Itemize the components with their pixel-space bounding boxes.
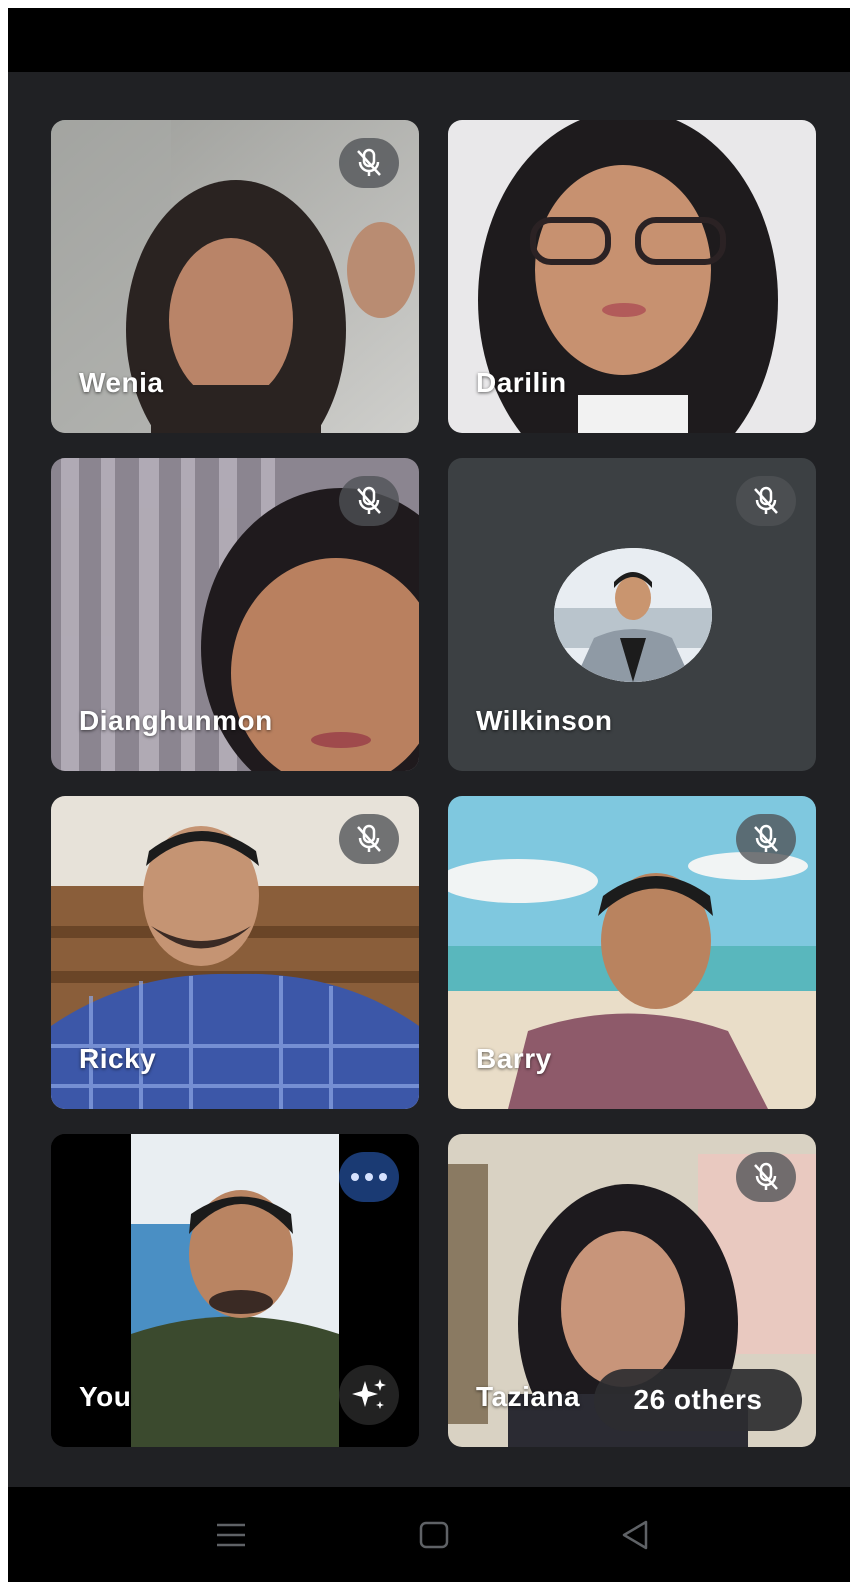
participant-tile-barry[interactable]: Barry (448, 796, 816, 1109)
back-triangle-icon[interactable] (616, 1517, 656, 1553)
participant-tile-wenia[interactable]: Wenia (51, 120, 419, 433)
others-count-button[interactable]: 26 others (594, 1369, 802, 1431)
mic-off-icon (339, 138, 399, 188)
participant-name: Dianghunmon (79, 705, 273, 736)
menu-icon[interactable] (211, 1517, 251, 1553)
participant-name: Wenia (79, 367, 164, 398)
system-nav-bar (8, 1487, 850, 1582)
avatar (554, 548, 712, 682)
participant-tile-ricky[interactable]: Ricky (51, 796, 419, 1109)
participant-name: Ricky (79, 1043, 157, 1074)
mic-off-icon (736, 476, 796, 526)
participant-tile-dianghunmon[interactable]: Dianghunmon (51, 458, 419, 771)
meeting-screen: Wenia Darilin Dianghunmon Wilkinson Rick… (8, 8, 850, 1582)
sparkle-effects-icon[interactable] (339, 1365, 399, 1425)
mic-off-icon (736, 1152, 796, 1202)
status-bar (8, 8, 850, 72)
participant-name: Darilin (476, 367, 567, 398)
participant-tile-darilin[interactable]: Darilin (448, 120, 816, 433)
participant-name: Wilkinson (476, 705, 613, 736)
participant-name: You (79, 1381, 132, 1412)
participant-name: Taziana (476, 1381, 581, 1412)
home-square-icon[interactable] (414, 1517, 454, 1553)
participant-tile-you[interactable]: You (51, 1134, 419, 1447)
more-options-button[interactable] (339, 1152, 399, 1202)
mic-off-icon (339, 814, 399, 864)
participant-tile-taziana[interactable]: Taziana 26 others (448, 1134, 816, 1447)
participant-tile-wilkinson[interactable]: Wilkinson (448, 458, 816, 771)
participant-name: Barry (476, 1043, 552, 1074)
mic-off-icon (339, 476, 399, 526)
mic-off-icon (736, 814, 796, 864)
